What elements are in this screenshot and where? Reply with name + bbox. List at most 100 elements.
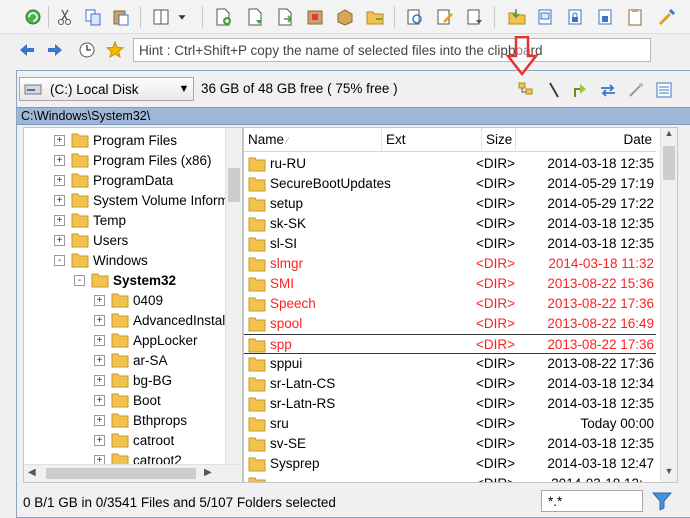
table-row[interactable]: sv-SE <DIR> 2014-03-18 12:35 [244, 434, 656, 454]
history-icon[interactable] [76, 39, 98, 61]
tree-item[interactable]: + Bthprops [94, 410, 187, 430]
filter-icon[interactable] [651, 490, 673, 512]
tree-item[interactable]: + Temp [54, 210, 126, 230]
table-row[interactable]: SecureBootUpdates <DIR> 2014-05-29 17:19 [244, 174, 656, 194]
table-row[interactable]: setup <DIR> 2014-05-29 17:22 [244, 194, 656, 214]
expand-icon[interactable]: + [94, 434, 105, 446]
table-row[interactable]: sru <DIR> Today 00:00 [244, 414, 656, 434]
expand-icon[interactable]: + [94, 394, 105, 406]
table-row[interactable]: sr-Latn-CS <DIR> 2014-03-18 12:34 [244, 374, 656, 394]
scroll-left-arrow[interactable]: ◀ [28, 467, 36, 478]
tree-item[interactable]: + ProgramData [54, 170, 173, 190]
expand-icon[interactable]: + [94, 374, 105, 386]
clipboard-icon[interactable] [624, 6, 646, 28]
folder-action-icon[interactable] [364, 6, 386, 28]
root-icon[interactable] [543, 79, 565, 101]
expand-icon[interactable]: + [54, 174, 65, 186]
tree-item[interactable]: + catroot [94, 430, 174, 450]
table-row[interactable]: Sysprep <DIR> 2014-03-18 12:47 [244, 454, 656, 474]
move-to-icon[interactable] [534, 6, 556, 28]
tree-item[interactable]: + AppLocker [94, 330, 198, 350]
table-row[interactable]: <DIR> 2014-03-18 12:... [244, 474, 656, 482]
tree-item[interactable]: + bg-BG [94, 370, 172, 390]
view-icon[interactable] [150, 6, 172, 28]
tree-hscroll-thumb[interactable] [46, 468, 196, 479]
table-row[interactable]: spp <DIR> 2013-08-22 17:36 [244, 334, 656, 354]
cut-icon[interactable] [54, 6, 76, 28]
drive-select[interactable]: (C:) Local Disk ▼ [19, 77, 194, 101]
column-header-date[interactable]: Date [516, 128, 656, 152]
expand-icon[interactable]: + [54, 214, 65, 226]
table-row[interactable]: sk-SK <DIR> 2014-03-18 12:35 [244, 214, 656, 234]
table-row[interactable]: Speech <DIR> 2013-08-22 17:36 [244, 294, 656, 314]
file-scroll-thumb[interactable] [663, 146, 675, 180]
paste-icon[interactable] [110, 6, 132, 28]
tree-item[interactable]: + System Volume Information [54, 190, 242, 210]
collapse-icon[interactable]: - [74, 274, 85, 286]
file-list-scrollbar[interactable]: ▲ ▼ [660, 128, 677, 482]
favorites-icon[interactable] [104, 39, 126, 61]
details-icon[interactable] [653, 79, 675, 101]
archive-icon[interactable] [304, 6, 326, 28]
tree-scrollbar[interactable] [225, 128, 242, 464]
compare-icon[interactable] [464, 6, 486, 28]
table-row[interactable]: sr-Latn-RS <DIR> 2014-03-18 12:35 [244, 394, 656, 414]
tree-item[interactable]: + Users [54, 230, 128, 250]
back-icon[interactable] [16, 39, 38, 61]
new-file-icon[interactable] [212, 6, 234, 28]
lock-icon[interactable] [564, 6, 586, 28]
search-icon[interactable] [404, 6, 426, 28]
table-row[interactable]: sl-SI <DIR> 2014-03-18 12:35 [244, 234, 656, 254]
file-date: 2014-03-18 12:35 [547, 396, 654, 411]
table-row[interactable]: sppui <DIR> 2013-08-22 17:36 [244, 354, 656, 374]
expand-icon[interactable]: + [94, 354, 105, 366]
lock-file-icon[interactable] [594, 6, 616, 28]
column-header-size[interactable]: Size [482, 128, 516, 152]
expand-icon[interactable]: + [54, 234, 65, 246]
expand-icon[interactable]: + [54, 134, 65, 146]
sync-icon[interactable] [597, 79, 619, 101]
expand-icon[interactable]: + [54, 154, 65, 166]
table-row[interactable]: SMI <DIR> 2013-08-22 15:36 [244, 274, 656, 294]
folder-icon [248, 317, 266, 332]
refresh-icon[interactable] [22, 6, 44, 28]
expand-icon[interactable]: + [94, 314, 105, 326]
tree-item[interactable]: + ar-SA [94, 350, 168, 370]
expand-icon[interactable]: + [94, 334, 105, 346]
tree-horizontal-scrollbar[interactable]: ◀ ▶ [24, 464, 242, 482]
expand-icon[interactable]: + [94, 294, 105, 306]
scroll-right-arrow[interactable]: ▶ [204, 467, 212, 478]
scroll-up-arrow[interactable]: ▲ [661, 128, 677, 144]
extract-icon[interactable] [334, 6, 356, 28]
tree-item[interactable]: +0409 [94, 290, 163, 310]
column-header-name[interactable]: Name ⁄ [244, 128, 382, 152]
tree-scroll-thumb[interactable] [228, 168, 240, 202]
filter-input[interactable]: *.* [541, 490, 643, 512]
table-row[interactable]: spool <DIR> 2013-08-22 16:49 [244, 314, 656, 334]
tree-item[interactable]: - System32 [74, 270, 176, 290]
tree-item[interactable]: + Boot [94, 390, 161, 410]
tree-item[interactable]: - Windows [54, 250, 148, 270]
tree-item[interactable]: + AdvancedInstallers [94, 310, 242, 330]
move-file-icon[interactable] [274, 6, 296, 28]
table-row[interactable]: slmgr <DIR> 2014-03-18 11:32 [244, 254, 656, 274]
expand-icon[interactable]: + [94, 414, 105, 426]
tree-view-icon[interactable] [515, 79, 537, 101]
new-folder-icon[interactable] [244, 6, 266, 28]
table-row[interactable]: ru-RU <DIR> 2014-03-18 12:35 [244, 154, 656, 174]
copy-icon[interactable] [82, 6, 104, 28]
scroll-down-arrow[interactable]: ▼ [661, 466, 677, 482]
current-path[interactable]: C:\Windows\System32\ [17, 107, 690, 125]
expand-icon[interactable]: + [54, 194, 65, 206]
tree-item[interactable]: + Program Files [54, 130, 177, 150]
up-icon[interactable] [569, 79, 591, 101]
copy-to-icon[interactable] [506, 6, 528, 28]
collapse-icon[interactable]: - [54, 254, 65, 266]
column-header-ext[interactable]: Ext [382, 128, 482, 152]
forward-icon[interactable] [44, 39, 66, 61]
edit-icon[interactable] [434, 6, 456, 28]
view-dropdown-icon[interactable] [174, 6, 190, 28]
tools-icon[interactable] [625, 79, 647, 101]
settings-icon[interactable] [656, 6, 678, 28]
tree-item[interactable]: + Program Files (x86) [54, 150, 212, 170]
